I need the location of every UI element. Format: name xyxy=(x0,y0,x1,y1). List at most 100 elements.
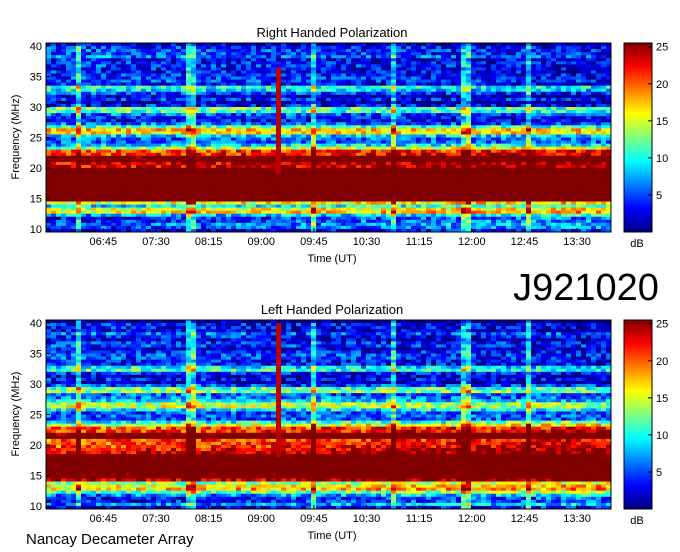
heatmap-cell xyxy=(61,85,67,90)
heatmap-cell xyxy=(161,49,167,53)
heatmap-cell xyxy=(586,134,592,138)
heatmap-cell xyxy=(481,119,487,123)
heatmap-cell xyxy=(61,119,67,123)
heatmap-cell xyxy=(491,107,497,111)
heatmap-cell xyxy=(431,171,437,175)
heatmap-cell xyxy=(131,85,137,90)
heatmap-cell xyxy=(186,67,192,71)
heatmap-cell xyxy=(571,46,577,50)
heatmap-cell xyxy=(96,149,102,154)
heatmap-cell xyxy=(341,137,347,141)
heatmap-cell xyxy=(171,58,177,62)
heatmap-cell xyxy=(146,164,152,169)
heatmap-cell xyxy=(246,64,252,68)
heatmap-cell xyxy=(116,79,122,84)
heatmap-cell xyxy=(361,131,367,135)
heatmap-cell xyxy=(376,82,382,87)
heatmap-cell xyxy=(281,46,287,50)
heatmap-cell xyxy=(281,113,287,117)
heatmap-cell xyxy=(391,49,397,53)
heatmap-cell xyxy=(476,49,482,53)
heatmap-cell xyxy=(536,85,542,90)
heatmap-cell xyxy=(181,46,187,50)
heatmap-cell xyxy=(291,134,297,138)
heatmap-cell xyxy=(341,76,347,80)
heatmap-cell xyxy=(201,161,207,166)
heatmap-cell xyxy=(576,107,582,111)
heatmap-cell xyxy=(91,134,97,138)
heatmap-cell xyxy=(256,46,262,50)
heatmap-cell xyxy=(586,122,592,126)
heatmap-cell xyxy=(136,155,142,160)
heatmap-cell xyxy=(546,137,552,141)
heatmap-cell xyxy=(111,125,117,129)
heatmap-cell xyxy=(326,171,332,175)
heatmap-cell xyxy=(491,82,497,87)
heatmap-cell xyxy=(61,52,67,56)
heatmap-cell xyxy=(261,82,267,87)
heatmap-cell xyxy=(241,88,247,93)
heatmap-cell xyxy=(136,174,142,178)
heatmap-cell xyxy=(346,107,352,111)
heatmap-cell xyxy=(291,143,297,148)
heatmap-cell xyxy=(426,113,432,117)
heatmap-cell xyxy=(541,116,547,120)
heatmap-cell xyxy=(546,143,552,148)
heatmap-cell xyxy=(336,43,342,47)
heatmap-cell xyxy=(156,67,162,71)
heatmap-cell xyxy=(251,119,257,123)
heatmap-cell xyxy=(571,155,577,160)
heatmap-cell xyxy=(321,152,327,157)
heatmap-cell xyxy=(426,119,432,123)
heatmap-cell xyxy=(446,137,452,141)
heatmap-cell xyxy=(341,119,347,123)
heatmap-cell xyxy=(261,52,267,56)
heatmap-cell xyxy=(486,113,492,117)
heatmap-cell xyxy=(561,119,567,123)
heatmap-cell xyxy=(61,79,67,84)
heatmap-cell xyxy=(551,113,557,117)
heatmap-cell xyxy=(461,119,467,123)
heatmap-cell xyxy=(551,164,557,169)
heatmap-cell xyxy=(341,140,347,144)
heatmap-cell xyxy=(246,149,252,154)
heatmap-cell xyxy=(71,46,77,50)
heatmap-cell xyxy=(416,94,422,99)
heatmap-cell xyxy=(146,52,152,56)
heatmap-cell xyxy=(506,171,512,175)
heatmap-cell xyxy=(406,171,412,175)
heatmap-cell xyxy=(456,46,462,50)
heatmap-cell xyxy=(466,146,472,151)
heatmap-cell xyxy=(306,61,312,65)
heatmap-cell xyxy=(566,107,572,111)
heatmap-cell xyxy=(231,85,237,90)
heatmap-cell xyxy=(271,146,277,151)
heatmap-cell xyxy=(216,155,222,160)
heatmap-cell xyxy=(136,55,142,59)
heatmap-cell xyxy=(286,64,292,68)
heatmap-cell xyxy=(61,149,67,154)
heatmap-cell xyxy=(456,82,462,87)
heatmap-cell xyxy=(516,137,522,141)
heatmap-cell xyxy=(181,137,187,141)
heatmap-cell xyxy=(271,49,277,53)
heatmap-cell xyxy=(376,58,382,62)
heatmap-cell xyxy=(306,107,312,111)
heatmap-cell xyxy=(66,171,72,175)
heatmap-cell xyxy=(541,46,547,50)
heatmap-cell xyxy=(116,125,122,129)
heatmap-cell xyxy=(351,70,357,74)
heatmap-cell xyxy=(501,82,507,87)
heatmap-cell xyxy=(121,46,127,50)
heatmap-cell xyxy=(81,46,87,50)
heatmap-cell xyxy=(86,76,92,80)
heatmap-cell xyxy=(441,52,447,56)
heatmap-cell xyxy=(466,43,472,47)
heatmap-cell xyxy=(226,55,232,59)
heatmap-cell xyxy=(151,131,157,135)
heatmap-cell xyxy=(126,52,132,56)
heatmap-cell xyxy=(466,116,472,120)
heatmap-cell xyxy=(171,97,177,102)
heatmap-cell xyxy=(86,110,92,114)
heatmap-cell xyxy=(51,110,57,114)
